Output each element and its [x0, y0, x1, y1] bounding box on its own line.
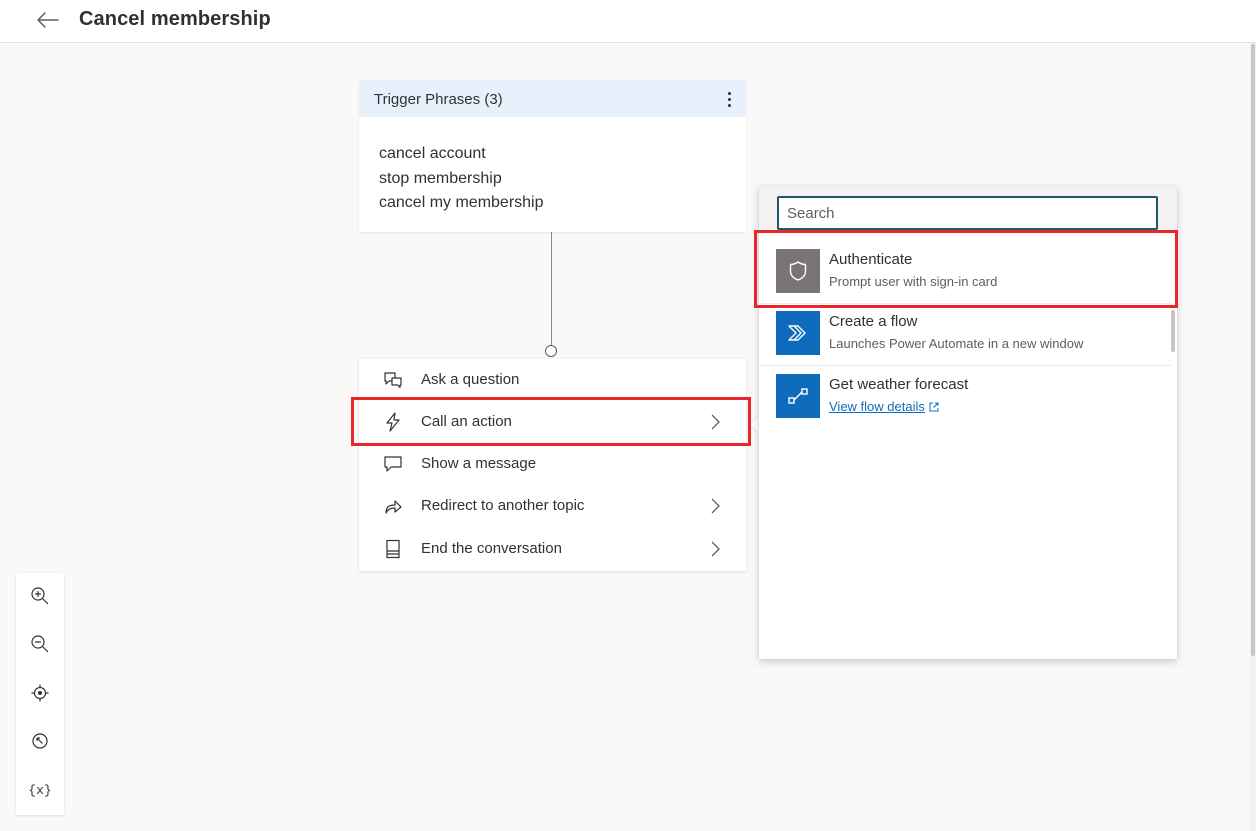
trigger-phrase: cancel account — [379, 145, 486, 162]
trigger-phrase: stop membership — [379, 169, 502, 187]
menu-item-label: Redirect to another topic — [421, 497, 585, 514]
zoom-out-button[interactable] — [16, 621, 64, 667]
recenter-button[interactable] — [16, 670, 64, 716]
add-node-menu: Ask a question Call an action Show a mes… — [359, 359, 746, 571]
search-input[interactable] — [777, 196, 1158, 230]
chevron-right-icon — [711, 541, 720, 557]
menu-item-end-conversation[interactable]: End the conversation — [359, 529, 746, 569]
zoom-in-button[interactable] — [16, 573, 64, 619]
action-icon-tile — [776, 374, 820, 418]
variables-icon: {x} — [28, 782, 52, 798]
divider — [759, 365, 1171, 366]
action-flyout-panel: Authenticate Prompt user with sign-in ca… — [759, 186, 1177, 659]
action-title: Create a flow — [829, 313, 918, 330]
action-item-create-flow[interactable]: Create a flow Launches Power Automate in… — [759, 304, 1177, 366]
shield-icon — [789, 261, 807, 281]
recenter-icon — [31, 684, 49, 702]
zoom-in-icon — [31, 587, 49, 605]
link-label: View flow details — [829, 399, 925, 414]
menu-item-label: End the conversation — [421, 540, 562, 557]
chat-question-icon — [383, 371, 403, 389]
menu-item-call-action[interactable]: Call an action — [359, 402, 746, 442]
chevron-right-icon — [711, 414, 720, 430]
more-dot-icon — [727, 103, 731, 107]
trigger-phrase-list: cancel account stop membership cancel my… — [379, 142, 544, 216]
action-subtitle: Launches Power Automate in a new window — [829, 336, 1084, 351]
action-title: Authenticate — [829, 251, 913, 268]
more-dot-icon — [727, 97, 731, 101]
flyout-scrollbar-thumb[interactable] — [1171, 310, 1175, 352]
flyout-search-area — [759, 186, 1177, 232]
zoom-out-icon — [31, 635, 49, 653]
message-icon — [383, 455, 403, 473]
action-icon-tile — [776, 311, 820, 355]
action-item-authenticate[interactable]: Authenticate Prompt user with sign-in ca… — [759, 242, 1177, 304]
trigger-phrases-node[interactable]: Trigger Phrases (3) cancel account stop … — [359, 80, 746, 232]
redirect-arrow-icon — [383, 497, 403, 515]
action-title: Get weather forecast — [829, 376, 969, 393]
page-header: Cancel membership — [0, 0, 1256, 43]
more-options-button[interactable] — [720, 88, 738, 110]
menu-item-label: Show a message — [421, 455, 537, 472]
trigger-node-header: Trigger Phrases (3) — [359, 80, 746, 117]
menu-item-show-message[interactable]: Show a message — [359, 444, 746, 484]
page-title: Cancel membership — [79, 8, 271, 30]
node-connector-line — [551, 232, 552, 346]
trigger-phrase: cancel my membership — [379, 194, 544, 211]
menu-item-ask-question[interactable]: Ask a question — [359, 360, 746, 400]
page-scrollbar-thumb[interactable] — [1251, 44, 1255, 656]
back-button[interactable] — [34, 8, 62, 32]
action-item-get-weather[interactable]: Get weather forecast View flow details — [759, 367, 1177, 429]
flow-icon — [788, 388, 808, 404]
trigger-node-title: Trigger Phrases (3) — [374, 91, 503, 108]
action-icon-tile — [776, 249, 820, 293]
menu-item-redirect-topic[interactable]: Redirect to another topic — [359, 486, 746, 526]
more-dot-icon — [727, 91, 731, 95]
end-conversation-icon — [383, 539, 403, 559]
chevron-right-icon — [711, 498, 720, 514]
lightning-icon — [383, 412, 403, 432]
external-link-icon — [929, 402, 939, 411]
action-subtitle: Prompt user with sign-in card — [829, 274, 998, 289]
canvas-zoom-toolbar: {x} — [16, 573, 64, 815]
minimap-button[interactable] — [16, 718, 64, 764]
power-automate-icon — [788, 325, 806, 341]
back-arrow-icon — [37, 12, 59, 28]
add-node-dot[interactable] — [545, 345, 557, 357]
variables-button[interactable]: {x} — [16, 767, 64, 813]
view-flow-details-link[interactable]: View flow details — [829, 399, 939, 414]
menu-item-label: Ask a question — [421, 371, 520, 388]
menu-item-label: Call an action — [421, 413, 512, 430]
minimap-icon — [32, 733, 48, 749]
